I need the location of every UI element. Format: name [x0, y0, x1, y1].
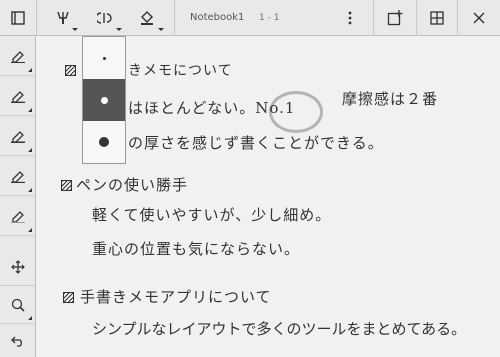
pen-style-4-button[interactable]: [0, 156, 35, 196]
pen-style-2-button[interactable]: [0, 76, 35, 116]
note-heading-1: きメモについて: [128, 63, 233, 79]
pen-tool-icon: [57, 11, 69, 24]
pen-style-5-icon: [10, 210, 25, 223]
add-page-icon: [387, 10, 403, 26]
zoom-button[interactable]: [0, 286, 35, 324]
checkbox-icon: [63, 292, 74, 303]
notebook-title: Notebook1: [190, 12, 245, 23]
note-line-2: の厚さを感じず書くことができる。: [128, 134, 384, 152]
note-line-1b: 摩擦感は２番: [342, 90, 439, 108]
checkbox-icon: [65, 65, 76, 76]
thickness-popup: [82, 36, 126, 164]
thickness-option-thin[interactable]: [83, 37, 125, 79]
note-heading-3: 手書きメモアプリについて: [80, 288, 272, 306]
menu-icon: [11, 11, 25, 25]
close-icon: [473, 12, 485, 24]
grid-button[interactable]: [417, 0, 457, 36]
note-line-3: 軽くて使いやすいが、少し細め。: [92, 206, 332, 224]
thickness-option-medium[interactable]: [83, 79, 125, 121]
dot-icon: [102, 56, 106, 60]
pen-style-3-button[interactable]: [0, 116, 35, 156]
note-line-4: 重心の位置も気にならない。: [92, 240, 301, 258]
move-button[interactable]: [0, 248, 35, 286]
note-line-1a: はほとんどない。No.1: [128, 99, 296, 117]
pen-style-3-icon: [10, 130, 25, 143]
pen-style-1-button[interactable]: [0, 36, 35, 76]
menu-button[interactable]: [0, 0, 36, 36]
dot-icon: [99, 137, 109, 147]
undo-icon: [10, 336, 22, 347]
undo-button[interactable]: [0, 324, 35, 357]
fill-icon: [141, 11, 153, 25]
thickness-option-thick[interactable]: [83, 121, 125, 163]
zoom-icon: [11, 298, 25, 312]
more-button[interactable]: [336, 0, 364, 36]
pen-style-5-button[interactable]: [0, 196, 35, 236]
more-icon: [348, 11, 352, 25]
pen-style-2-icon: [10, 90, 25, 103]
add-page-button[interactable]: [374, 0, 416, 36]
note-heading-2: ペンの使い勝手: [76, 176, 189, 194]
note-line-5: シンプルなレイアウトで多くのツールをまとめてある。: [92, 320, 467, 338]
checkbox-icon: [61, 180, 72, 191]
left-toolbar: [0, 36, 36, 357]
grid-icon: [430, 11, 444, 25]
pen-style-1-icon: [10, 50, 25, 63]
dot-icon: [100, 96, 108, 104]
page-indicator: 1 - 1: [259, 13, 280, 23]
eraser-tool-icon: [97, 12, 112, 24]
pen-style-4-icon: [10, 170, 25, 183]
close-button[interactable]: [458, 0, 500, 36]
move-icon: [10, 259, 25, 274]
top-toolbar: Notebook1 1 - 1: [0, 0, 500, 36]
